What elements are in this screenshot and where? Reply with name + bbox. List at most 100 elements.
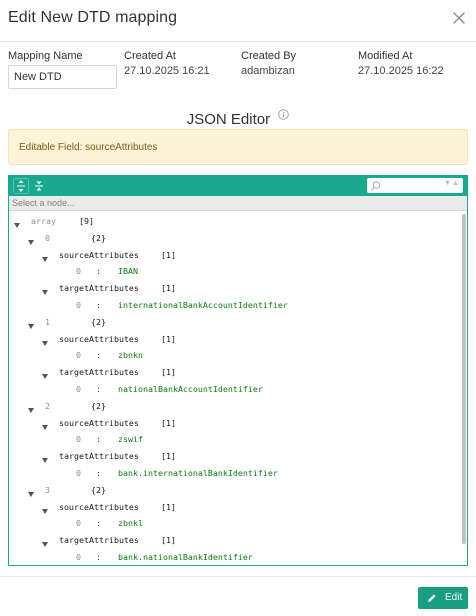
json-editor-title: JSON Editor bbox=[186, 111, 271, 128]
tree-row-target-attributes[interactable]: targetAttributes [1] bbox=[9, 534, 459, 548]
search-prev-next-icons[interactable]: ▼▲ bbox=[444, 180, 460, 187]
triangle-down-icon[interactable] bbox=[42, 286, 48, 296]
node-value[interactable]: nationalBankAccountIdentifier bbox=[118, 383, 263, 395]
separator: : bbox=[96, 350, 101, 361]
node-index: 1 bbox=[45, 316, 50, 327]
node-key: targetAttributes bbox=[59, 451, 139, 462]
mapping-name-input[interactable] bbox=[8, 65, 117, 89]
json-editor: ▼▲ Select a node... array [9] 0 {2} sourceAt… bbox=[8, 175, 468, 566]
mapping-name-label: Mapping Name bbox=[8, 50, 83, 62]
tree-row-item[interactable]: 2 {2} bbox=[9, 400, 459, 413]
tree-row-source-attributes[interactable]: sourceAttributes [1] bbox=[9, 333, 459, 346]
json-editor-heading: JSON Editor bbox=[0, 107, 476, 128]
tree-row-source-attributes[interactable]: sourceAttributes [1] bbox=[9, 417, 459, 430]
node-count: {2} bbox=[91, 232, 106, 243]
node-key: sourceAttributes bbox=[59, 501, 139, 512]
node-index: 3 bbox=[45, 484, 50, 495]
triangle-down-icon[interactable] bbox=[14, 219, 20, 228]
node-index: 0 bbox=[45, 232, 50, 243]
tree-row-target-attributes[interactable]: targetAttributes [1] bbox=[9, 450, 459, 464]
search-icon bbox=[370, 179, 382, 191]
node-count: [1] bbox=[161, 283, 176, 294]
node-count: {2} bbox=[91, 484, 106, 495]
node-count: {2} bbox=[91, 400, 106, 411]
tree-row-source-attributes[interactable]: sourceAttributes [1] bbox=[9, 501, 459, 514]
created-at-label: Created At bbox=[124, 50, 176, 62]
triangle-down-icon[interactable] bbox=[42, 454, 48, 464]
triangle-down-icon[interactable] bbox=[28, 236, 34, 245]
node-value[interactable]: bank.internationalBankIdentifier bbox=[118, 467, 278, 479]
node-index: 2 bbox=[45, 400, 50, 411]
node-count: [9] bbox=[79, 216, 94, 226]
node-key: targetAttributes bbox=[59, 535, 139, 546]
tree-row-target-attributes[interactable]: targetAttributes [1] bbox=[9, 282, 459, 296]
scrollbar[interactable] bbox=[462, 214, 466, 544]
node-count: [1] bbox=[161, 451, 176, 462]
editable-field-alert: Editable Field: sourceAttributes bbox=[8, 129, 468, 165]
expand-all-icon[interactable] bbox=[13, 178, 29, 194]
triangle-down-icon[interactable] bbox=[42, 337, 48, 346]
tree-row-source-value[interactable]: 0: zbnkn bbox=[9, 349, 459, 361]
edit-button[interactable]: Edit bbox=[418, 587, 468, 609]
tree-row-item[interactable]: 1 {2} bbox=[9, 316, 459, 329]
tree-row-item[interactable]: 3 {2} bbox=[9, 484, 459, 497]
node-index: 0 bbox=[76, 350, 81, 361]
node-key: targetAttributes bbox=[59, 367, 139, 378]
tree-row-item[interactable]: 0 {2} bbox=[9, 232, 459, 245]
node-value[interactable]: internationalBankAccountIdentifier bbox=[118, 299, 288, 311]
separator: : bbox=[96, 468, 101, 478]
node-index: 0 bbox=[76, 552, 81, 562]
node-index: 0 bbox=[76, 300, 81, 310]
node-value[interactable]: zbnkn bbox=[118, 349, 143, 361]
tree-row-source-value[interactable]: 0: zbnkl bbox=[9, 517, 459, 529]
node-count: {2} bbox=[91, 316, 106, 327]
node-count: [1] bbox=[161, 333, 176, 344]
created-by-label: Created By bbox=[241, 50, 297, 62]
node-count: [1] bbox=[161, 249, 176, 260]
separator: : bbox=[96, 552, 101, 562]
node-index: 0 bbox=[76, 266, 81, 277]
tree-row-target-value[interactable]: 0: bank.nationalBankIdentifier bbox=[9, 551, 459, 563]
tree-row-root[interactable]: array [9] bbox=[9, 215, 459, 228]
node-key: targetAttributes bbox=[59, 283, 139, 294]
node-value[interactable]: IBAN bbox=[118, 265, 138, 277]
triangle-down-icon[interactable] bbox=[28, 488, 34, 497]
triangle-down-icon[interactable] bbox=[42, 538, 48, 548]
json-tree: array [9] 0 {2} sourceAttributes [1] 0: IBAN tar… bbox=[9, 212, 467, 565]
node-navigation-bar[interactable]: Select a node... bbox=[9, 196, 467, 211]
triangle-down-icon[interactable] bbox=[42, 421, 48, 430]
node-index: 0 bbox=[76, 468, 81, 478]
created-at-section: Created At 27.10.2025 16:21 bbox=[124, 50, 210, 77]
collapse-all-icon[interactable] bbox=[31, 178, 47, 194]
node-value[interactable]: zswif bbox=[118, 433, 143, 445]
node-count: [1] bbox=[161, 367, 176, 378]
tree-row-target-value[interactable]: 0: nationalBankAccountIdentifier bbox=[9, 383, 459, 395]
node-value[interactable]: zbnkl bbox=[118, 517, 143, 529]
info-icon[interactable] bbox=[278, 107, 290, 120]
triangle-down-icon[interactable] bbox=[42, 370, 48, 380]
node-value[interactable]: bank.nationalBankIdentifier bbox=[118, 551, 253, 563]
tree-row-source-attributes[interactable]: sourceAttributes [1] bbox=[9, 249, 459, 262]
tree-row-target-value[interactable]: 0: bank.internationalBankIdentifier bbox=[9, 467, 459, 479]
node-key: sourceAttributes bbox=[59, 333, 139, 344]
node-key: sourceAttributes bbox=[59, 417, 139, 428]
modified-at-section: Modified At 27.10.2025 16:22 bbox=[358, 50, 444, 77]
triangle-down-icon[interactable] bbox=[42, 505, 48, 514]
created-by-value: adambizan bbox=[241, 65, 295, 77]
triangle-down-icon[interactable] bbox=[28, 404, 34, 413]
close-icon[interactable] bbox=[450, 9, 468, 27]
separator: : bbox=[96, 384, 101, 394]
separator: : bbox=[96, 518, 101, 529]
search-input[interactable]: ▼▲ bbox=[367, 178, 463, 193]
mapping-name-section: Mapping Name bbox=[8, 50, 83, 62]
separator: : bbox=[96, 266, 101, 277]
tree-row-source-value[interactable]: 0: IBAN bbox=[9, 265, 459, 277]
triangle-down-icon[interactable] bbox=[42, 253, 48, 262]
pencil-icon bbox=[428, 594, 436, 602]
tree-row-source-value[interactable]: 0: zswif bbox=[9, 433, 459, 445]
created-at-value: 27.10.2025 16:21 bbox=[124, 65, 210, 77]
tree-row-target-attributes[interactable]: targetAttributes [1] bbox=[9, 366, 459, 380]
triangle-down-icon[interactable] bbox=[28, 320, 34, 329]
node-count: [1] bbox=[161, 535, 176, 546]
tree-row-target-value[interactable]: 0: internationalBankAccountIdentifier bbox=[9, 299, 459, 311]
